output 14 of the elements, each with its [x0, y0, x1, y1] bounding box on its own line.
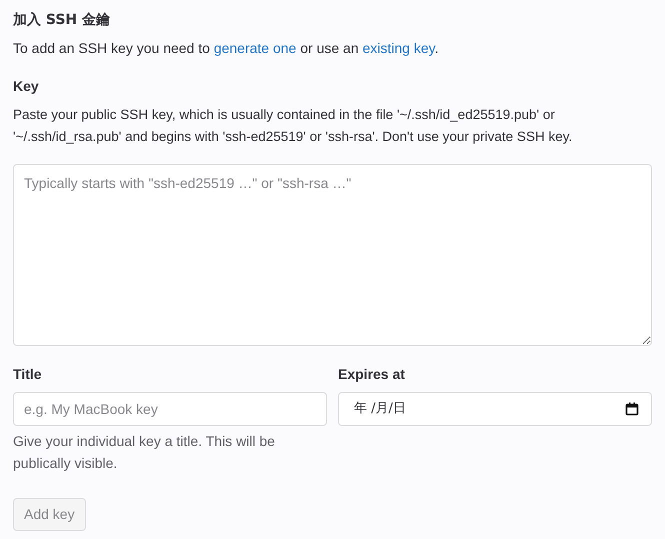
- section-heading: 加入 SSH 金鑰: [13, 11, 110, 30]
- field-label: Title: [13, 365, 42, 384]
- field-label: Expires at: [338, 365, 405, 384]
- field-label: Key: [13, 77, 39, 96]
- date-value: 年 /月/日: [354, 400, 406, 418]
- help-text: Paste your public SSH key, which is usually contained in the file '~/.ssh/id_ed25519.pub' or '~/.ssh/id_rsa.pub' and begins with 'ssh-ed25519' or 'ssh-rsa'. Don't use your private SSH key.: [13, 106, 574, 146]
- date-input-field[interactable]: 年 /月/日: [338, 392, 652, 426]
- title-input-field[interactable]: e.g. My MacBook key: [13, 392, 327, 426]
- help-text: Give your individual key a title. This will be publically visible.: [13, 432, 276, 473]
- key-input-field[interactable]: Typically starts with "ssh-ed25519 …" or "ssh-rsa …": [13, 164, 652, 346]
- link[interactable]: generate one: [214, 40, 296, 56]
- intro-text: To add an SSH key you need to generate one or use an existing key.: [13, 39, 438, 58]
- link[interactable]: existing key: [362, 40, 435, 56]
- calendar-icon[interactable]: [625, 402, 639, 416]
